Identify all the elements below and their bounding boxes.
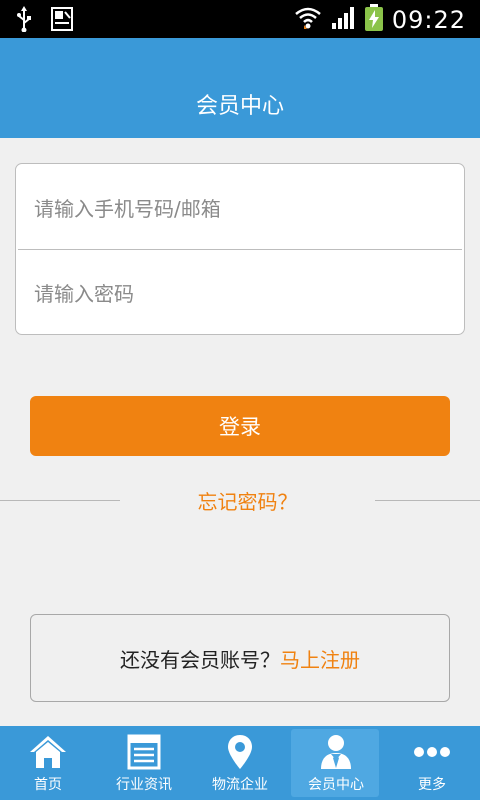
status-time: 09:22 — [391, 6, 466, 34]
nav-item-logistics[interactable]: 物流企业 — [192, 726, 288, 800]
usb-icon — [16, 6, 32, 36]
more-dots-icon — [412, 734, 452, 770]
nav-label: 更多 — [418, 777, 446, 793]
keyboard-icon — [50, 6, 74, 36]
nav-item-member[interactable]: 会员中心 — [288, 726, 384, 800]
wifi-icon — [294, 5, 322, 35]
forgot-password-link[interactable]: 忘记密码？ — [120, 486, 375, 515]
divider-right — [375, 500, 480, 501]
divider-left — [0, 500, 120, 501]
nav-label: 首页 — [34, 777, 62, 793]
location-pin-icon — [220, 734, 260, 770]
nav-item-home[interactable]: 首页 — [0, 726, 96, 800]
register-link[interactable]: 马上注册 — [280, 644, 360, 673]
home-icon — [28, 734, 68, 770]
member-icon — [316, 734, 356, 770]
account-input[interactable] — [34, 179, 454, 239]
register-box: 还没有会员账号？ 马上注册 — [30, 614, 450, 702]
app-header: 会员中心 — [0, 38, 480, 138]
login-button[interactable]: 登录 — [30, 396, 450, 456]
nav-label: 物流企业 — [212, 777, 268, 793]
status-bar: 09:22 — [0, 0, 480, 38]
login-form — [15, 163, 465, 335]
nav-label: 行业资讯 — [116, 777, 172, 793]
password-input[interactable] — [34, 264, 454, 324]
news-icon — [124, 734, 164, 770]
battery-charging-icon — [364, 4, 384, 36]
nav-item-more[interactable]: 更多 — [384, 726, 480, 800]
page-title: 会员中心 — [195, 94, 284, 119]
register-prompt: 还没有会员账号？ — [120, 647, 280, 672]
nav-item-news[interactable]: 行业资讯 — [96, 726, 192, 800]
form-divider — [18, 249, 462, 250]
bottom-nav: 首页 行业资讯 物流企业 会员中心 更多 — [0, 726, 480, 800]
signal-icon — [330, 5, 356, 35]
nav-label: 会员中心 — [308, 777, 364, 793]
